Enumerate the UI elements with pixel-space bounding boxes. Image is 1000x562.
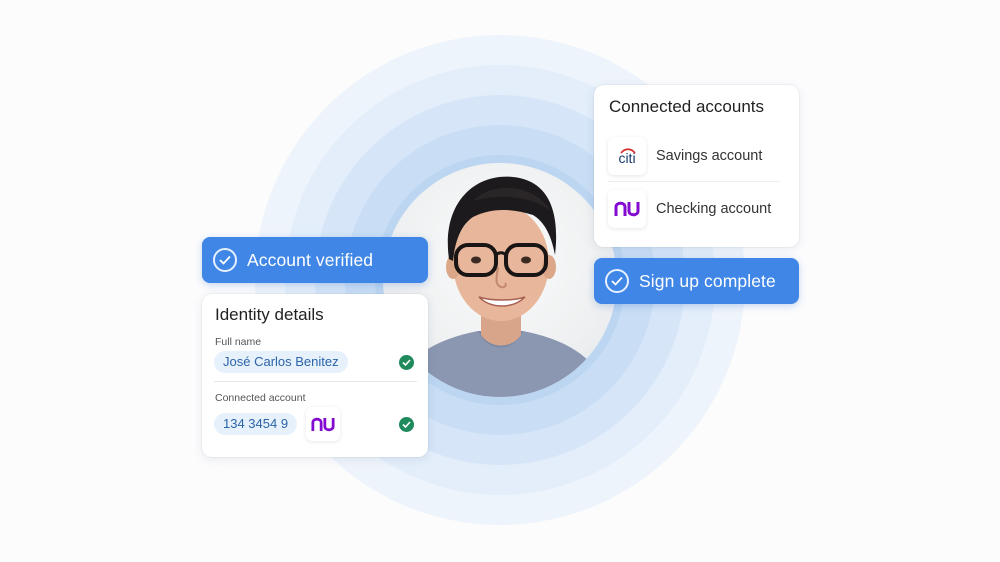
banner-text: Account verified — [247, 249, 374, 270]
account-label: Checking account — [656, 201, 772, 217]
divider — [214, 381, 417, 382]
card-title: Connected accounts — [609, 97, 764, 116]
verified-check-icon — [399, 417, 414, 432]
verified-check-icon — [399, 355, 414, 370]
account-label: Savings account — [656, 148, 763, 164]
account-row-checking[interactable]: Checking account — [608, 189, 783, 229]
check-circle-icon — [605, 269, 629, 293]
full-name-label: Full name — [215, 336, 262, 348]
sign-up-complete-banner: Sign up complete — [594, 258, 799, 304]
banner-text: Sign up complete — [639, 270, 776, 291]
nu-logo-icon — [306, 407, 340, 441]
card-title: Identity details — [215, 305, 324, 324]
citi-logo-icon: citi — [608, 137, 646, 175]
check-circle-icon — [213, 248, 237, 272]
account-row-savings[interactable]: citi Savings account — [608, 136, 783, 176]
verification-illustration: Connected accounts citi Savings account … — [0, 0, 1000, 562]
account-number-value: 134 3454 9 — [214, 413, 298, 435]
identity-details-card: Identity details Full name José Carlos B… — [202, 294, 428, 457]
divider — [608, 181, 780, 182]
svg-text:citi: citi — [618, 150, 635, 166]
connected-account-label: Connected account — [215, 392, 306, 404]
nu-logo-icon — [608, 190, 646, 228]
full-name-value: José Carlos Benitez — [214, 351, 348, 373]
account-verified-banner: Account verified — [202, 237, 428, 283]
connected-accounts-card: Connected accounts citi Savings account … — [594, 85, 799, 247]
